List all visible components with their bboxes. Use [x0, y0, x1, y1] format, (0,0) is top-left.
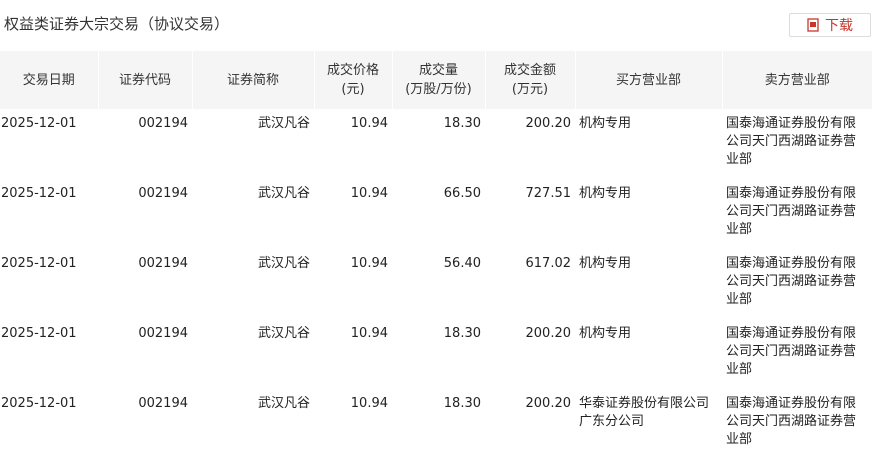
table-row: 2025-12-01 002194 武汉凡谷 10.94 18.30 200.2… — [0, 389, 872, 459]
cell-amount: 200.20 — [525, 326, 572, 341]
column-header-buyer[interactable]: 买方营业部 — [575, 51, 723, 109]
cell-name: 武汉凡谷 — [257, 326, 310, 341]
cell-seller: 国泰海通证券股份有限公司天门西湖路证券营业部 — [726, 326, 857, 377]
table-row: 2025-12-01 002194 武汉凡谷 10.94 66.50 727.5… — [0, 179, 872, 249]
table-row: 2025-12-01 002194 武汉凡谷 10.94 18.30 200.2… — [0, 109, 872, 179]
column-header-price[interactable]: 成交价格 (元) — [314, 51, 393, 109]
cell-date: 2025-12-01 — [1, 186, 77, 201]
column-header-amount[interactable]: 成交金额 (万元) — [485, 51, 576, 109]
cell-buyer: 机构专用 — [579, 256, 632, 271]
column-header-name[interactable]: 证券简称 — [192, 51, 315, 109]
table-row: 2025-12-01 002194 武汉凡谷 10.94 56.40 617.0… — [0, 249, 872, 319]
cell-volume: 56.40 — [443, 256, 481, 271]
cell-seller: 国泰海通证券股份有限公司天门西湖路证券营业部 — [726, 186, 857, 237]
cell-buyer: 机构专用 — [579, 186, 632, 201]
cell-amount: 200.20 — [525, 396, 572, 411]
cell-price: 10.94 — [350, 396, 388, 411]
cell-price: 10.94 — [350, 116, 388, 131]
block-trade-panel: 权益类证券大宗交易（协议交易） 下载 交易日期 证券代码 证券简称 成交价格 (元… — [0, 0, 872, 462]
cell-date: 2025-12-01 — [1, 116, 77, 131]
cell-date: 2025-12-01 — [1, 396, 77, 411]
cell-volume: 66.50 — [443, 186, 481, 201]
cell-seller: 国泰海通证券股份有限公司天门西湖路证券营业部 — [726, 396, 857, 447]
table-row: 2025-12-01 002194 武汉凡谷 10.94 18.30 200.2… — [0, 319, 872, 389]
column-header-volume[interactable]: 成交量 (万股/万份) — [392, 51, 486, 109]
cell-amount: 727.51 — [525, 186, 572, 201]
cell-code: 002194 — [138, 116, 188, 131]
document-download-icon — [807, 18, 819, 32]
cell-price: 10.94 — [350, 256, 388, 271]
page-title: 权益类证券大宗交易（协议交易） — [4, 15, 230, 33]
download-label: 下载 — [825, 18, 853, 34]
cell-amount: 617.02 — [525, 256, 572, 271]
cell-volume: 18.30 — [443, 116, 481, 131]
cell-price: 10.94 — [350, 186, 388, 201]
column-header-code[interactable]: 证券代码 — [98, 51, 193, 109]
cell-code: 002194 — [138, 396, 188, 411]
cell-price: 10.94 — [350, 326, 388, 341]
cell-name: 武汉凡谷 — [257, 186, 310, 201]
cell-seller: 国泰海通证券股份有限公司天门西湖路证券营业部 — [726, 116, 857, 167]
cell-buyer: 机构专用 — [579, 326, 632, 341]
table-header-row: 交易日期 证券代码 证券简称 成交价格 (元) 成交量 (万股/万份) 成交金额 (万… — [0, 51, 872, 109]
cell-volume: 18.30 — [443, 326, 481, 341]
cell-buyer: 机构专用 — [579, 116, 632, 131]
trades-table: 交易日期 证券代码 证券简称 成交价格 (元) 成交量 (万股/万份) 成交金额 (万… — [0, 51, 872, 459]
cell-date: 2025-12-01 — [1, 326, 77, 341]
cell-code: 002194 — [138, 326, 188, 341]
cell-seller: 国泰海通证券股份有限公司天门西湖路证券营业部 — [726, 256, 857, 307]
column-header-date[interactable]: 交易日期 — [0, 51, 99, 109]
cell-name: 武汉凡谷 — [257, 396, 310, 411]
cell-code: 002194 — [138, 186, 188, 201]
cell-code: 002194 — [138, 256, 188, 271]
column-header-seller[interactable]: 卖方营业部 — [722, 51, 872, 109]
cell-buyer: 华泰证券股份有限公司广东分公司 — [579, 396, 710, 429]
cell-name: 武汉凡谷 — [257, 256, 310, 271]
cell-date: 2025-12-01 — [1, 256, 77, 271]
download-button[interactable]: 下载 — [789, 13, 871, 37]
cell-name: 武汉凡谷 — [257, 116, 310, 131]
cell-amount: 200.20 — [525, 116, 572, 131]
cell-volume: 18.30 — [443, 396, 481, 411]
